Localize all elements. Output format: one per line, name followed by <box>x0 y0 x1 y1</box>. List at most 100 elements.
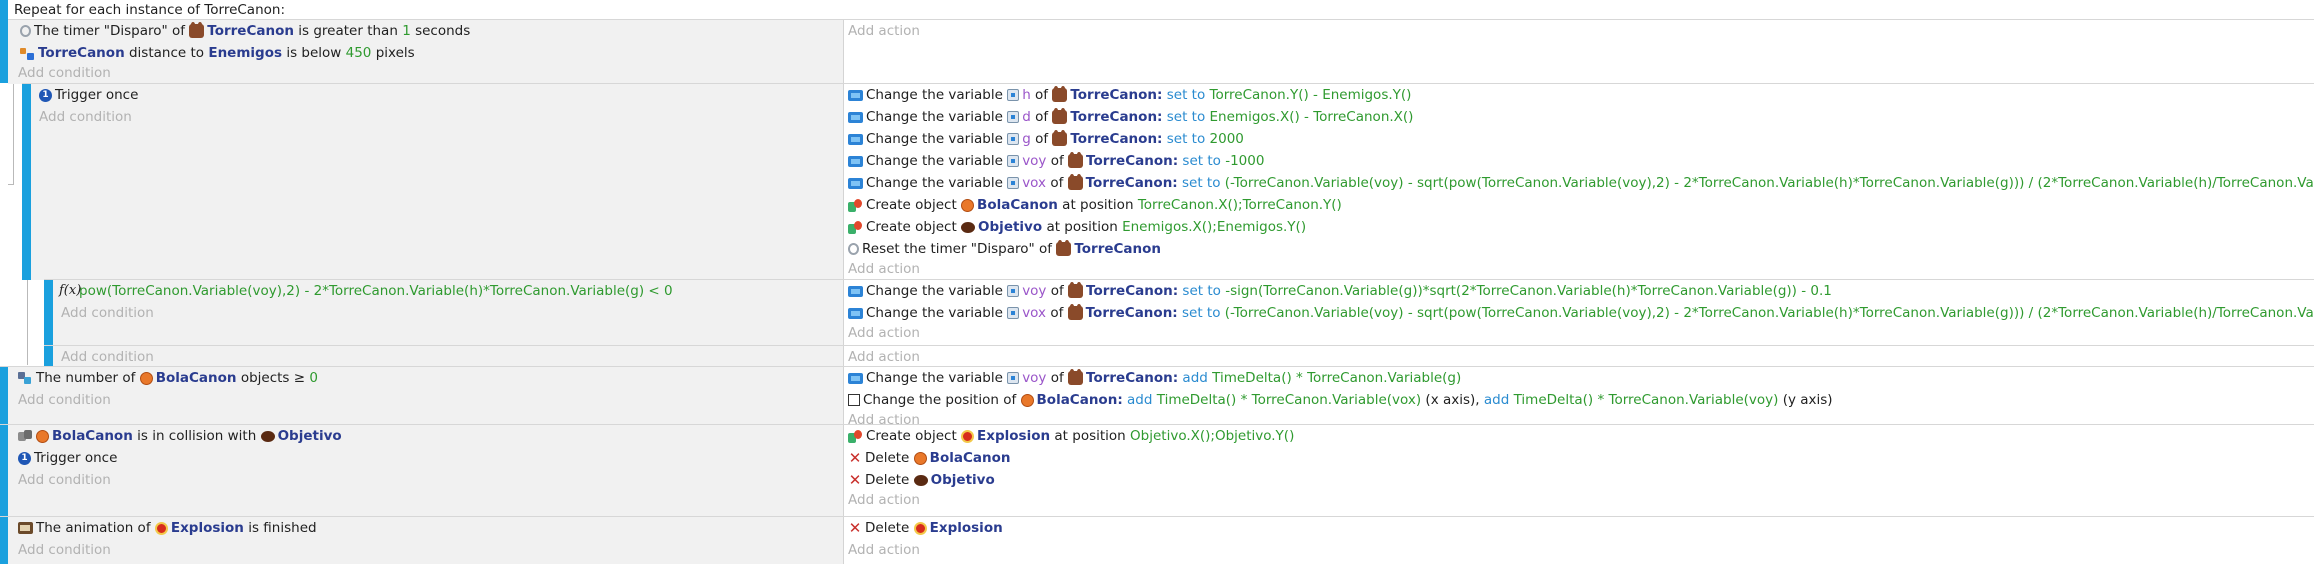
action-change-variable[interactable]: Change the variable voy of TorreCanon: s… <box>848 150 1264 172</box>
event-3[interactable]: f(x)pow(TorreCanon.Variable(voy),2) - 2*… <box>44 279 2314 346</box>
timer-icon <box>20 25 31 37</box>
delete-icon: ✕ <box>848 471 862 489</box>
actions-panel[interactable]: Add action <box>844 20 2314 84</box>
actions-panel[interactable]: Add action <box>844 346 2314 367</box>
conditions-panel[interactable]: The number of BolaCanon objects ≥ 0 Add … <box>8 367 844 425</box>
event-1[interactable]: The timer "Disparo" of TorreCanon is gre… <box>8 19 2314 84</box>
action-delete-object[interactable]: ✕ Delete BolaCanon <box>848 447 1011 469</box>
variable-icon <box>848 307 863 319</box>
torrecanon-icon <box>189 22 205 38</box>
actions-panel[interactable]: Change the variable voy of TorreCanon: s… <box>844 280 2314 346</box>
action-change-variable[interactable]: Change the variable voy of TorreCanon: a… <box>848 367 1461 389</box>
delete-icon: ✕ <box>848 449 862 467</box>
action-create-object[interactable]: Create object BolaCanon at position Torr… <box>848 194 1342 216</box>
action-change-position[interactable]: Change the position of BolaCanon: add Ti… <box>848 389 1833 411</box>
animation-icon <box>18 522 33 534</box>
repeat-event-header[interactable]: Repeat for each instance of TorreCanon: <box>0 0 2314 20</box>
add-condition-link[interactable]: Add condition <box>18 469 111 491</box>
trigger-once-icon: 1 <box>18 451 31 465</box>
add-condition-link[interactable]: Add condition <box>61 346 154 368</box>
conditions-panel[interactable]: Add condition <box>53 346 844 367</box>
conditions-panel[interactable]: The animation of Explosion is finished A… <box>8 517 844 564</box>
variable-icon <box>848 155 863 167</box>
collision-icon <box>18 430 33 442</box>
conditions-panel[interactable]: f(x)pow(TorreCanon.Variable(voy),2) - 2*… <box>53 280 844 346</box>
actions-panel[interactable]: Change the variable h of TorreCanon: set… <box>844 84 2314 280</box>
condition-animation-finished[interactable]: The animation of Explosion is finished <box>18 517 317 539</box>
object-variable-icon <box>1007 89 1020 101</box>
actions-panel[interactable]: Change the variable voy of TorreCanon: a… <box>844 367 2314 428</box>
explosion-icon <box>961 429 975 443</box>
subevent-tree-line <box>27 280 28 365</box>
add-condition-link[interactable]: Add condition <box>39 106 132 128</box>
event-selection-bar <box>0 367 8 425</box>
action-delete-object[interactable]: ✕ Delete Objetivo <box>848 469 995 491</box>
condition-compare-expression[interactable]: f(x)pow(TorreCanon.Variable(voy),2) - 2*… <box>59 280 673 302</box>
add-condition-link[interactable]: Add condition <box>18 389 111 411</box>
condition-trigger-once[interactable]: 1 Trigger once <box>39 84 138 106</box>
action-change-variable[interactable]: Change the variable vox of TorreCanon: s… <box>848 172 2314 194</box>
add-action-link[interactable]: Add action <box>848 539 920 561</box>
variable-icon <box>848 177 863 189</box>
bolacanon-icon <box>36 429 49 443</box>
action-change-variable[interactable]: Change the variable d of TorreCanon: set… <box>848 106 1413 128</box>
add-action-link[interactable]: Add action <box>848 346 920 368</box>
conditions-panel[interactable]: 1 Trigger once Add condition <box>31 84 844 280</box>
create-object-icon <box>848 198 863 212</box>
action-reset-timer[interactable]: Reset the timer "Disparo" of TorreCanon <box>848 238 1161 260</box>
condition-object-count[interactable]: The number of BolaCanon objects ≥ 0 <box>18 367 318 389</box>
event-6[interactable]: BolaCanon is in collision with Objetivo … <box>0 424 2314 518</box>
conditions-panel[interactable]: The timer "Disparo" of TorreCanon is gre… <box>8 20 844 84</box>
condition-trigger-once[interactable]: 1 Trigger once <box>18 447 117 469</box>
event-4-empty[interactable]: Add condition Add action <box>44 345 2314 367</box>
actions-panel[interactable]: Create object Explosion at position Obje… <box>844 425 2314 518</box>
action-create-object[interactable]: Create object Explosion at position Obje… <box>848 425 1294 447</box>
variable-icon <box>848 111 863 123</box>
action-change-variable[interactable]: Change the variable g of TorreCanon: set… <box>848 128 1244 150</box>
event-2[interactable]: 1 Trigger once Add condition Change the v… <box>22 83 2314 280</box>
object-variable-icon <box>1007 111 1020 123</box>
action-create-object[interactable]: Create object Objetivo at position Enemi… <box>848 216 1306 238</box>
repeat-title: Repeat for each instance of TorreCanon: <box>14 2 286 18</box>
actions-panel[interactable]: ✕ Delete Explosion Add action <box>844 517 2314 564</box>
delete-icon: ✕ <box>848 519 862 537</box>
action-change-variable[interactable]: Change the variable voy of TorreCanon: s… <box>848 280 1832 302</box>
conditions-panel[interactable]: BolaCanon is in collision with Objetivo … <box>8 425 844 518</box>
object-variable-icon <box>1007 372 1020 384</box>
bolacanon-icon <box>139 371 153 385</box>
function-icon: f(x) <box>59 283 82 298</box>
bolacanon-icon <box>1020 393 1034 407</box>
add-action-link[interactable]: Add action <box>848 489 920 511</box>
add-condition-link[interactable]: Add condition <box>18 62 111 84</box>
action-delete-object[interactable]: ✕ Delete Explosion <box>848 517 1003 539</box>
explosion-icon <box>913 521 927 535</box>
condition-timer[interactable]: The timer "Disparo" of TorreCanon is gre… <box>20 20 470 42</box>
action-change-variable[interactable]: Change the variable vox of TorreCanon: s… <box>848 302 2314 324</box>
create-object-icon <box>848 429 863 443</box>
action-change-variable[interactable]: Change the variable h of TorreCanon: set… <box>848 84 1411 106</box>
timer-icon <box>848 243 859 255</box>
condition-distance[interactable]: TorreCanon distance to Enemigos is below… <box>20 42 415 64</box>
add-action-link[interactable]: Add action <box>848 322 920 344</box>
object-count-icon <box>18 372 33 384</box>
event-5[interactable]: The number of BolaCanon objects ≥ 0 Add … <box>0 366 2314 428</box>
condition-collision[interactable]: BolaCanon is in collision with Objetivo <box>18 425 342 447</box>
event-selection-bar <box>22 84 31 280</box>
bolacanon-icon <box>961 198 975 212</box>
add-condition-link[interactable]: Add condition <box>61 302 154 324</box>
event-7[interactable]: The animation of Explosion is finished A… <box>0 516 2314 564</box>
position-icon <box>848 394 860 406</box>
torrecanon-icon <box>1067 174 1083 190</box>
object-variable-icon <box>1007 285 1020 297</box>
add-action-link[interactable]: Add action <box>848 20 920 42</box>
add-action-link[interactable]: Add action <box>848 258 920 280</box>
object-variable-icon <box>1007 177 1020 189</box>
variable-icon <box>848 133 863 145</box>
subevent-tree-line <box>8 184 14 185</box>
trigger-once-icon: 1 <box>39 88 52 102</box>
variable-icon <box>848 89 863 101</box>
add-condition-link[interactable]: Add condition <box>18 539 111 561</box>
object-variable-icon <box>1007 307 1020 319</box>
torrecanon-icon <box>1068 369 1084 385</box>
event-selection-bar <box>0 425 8 518</box>
